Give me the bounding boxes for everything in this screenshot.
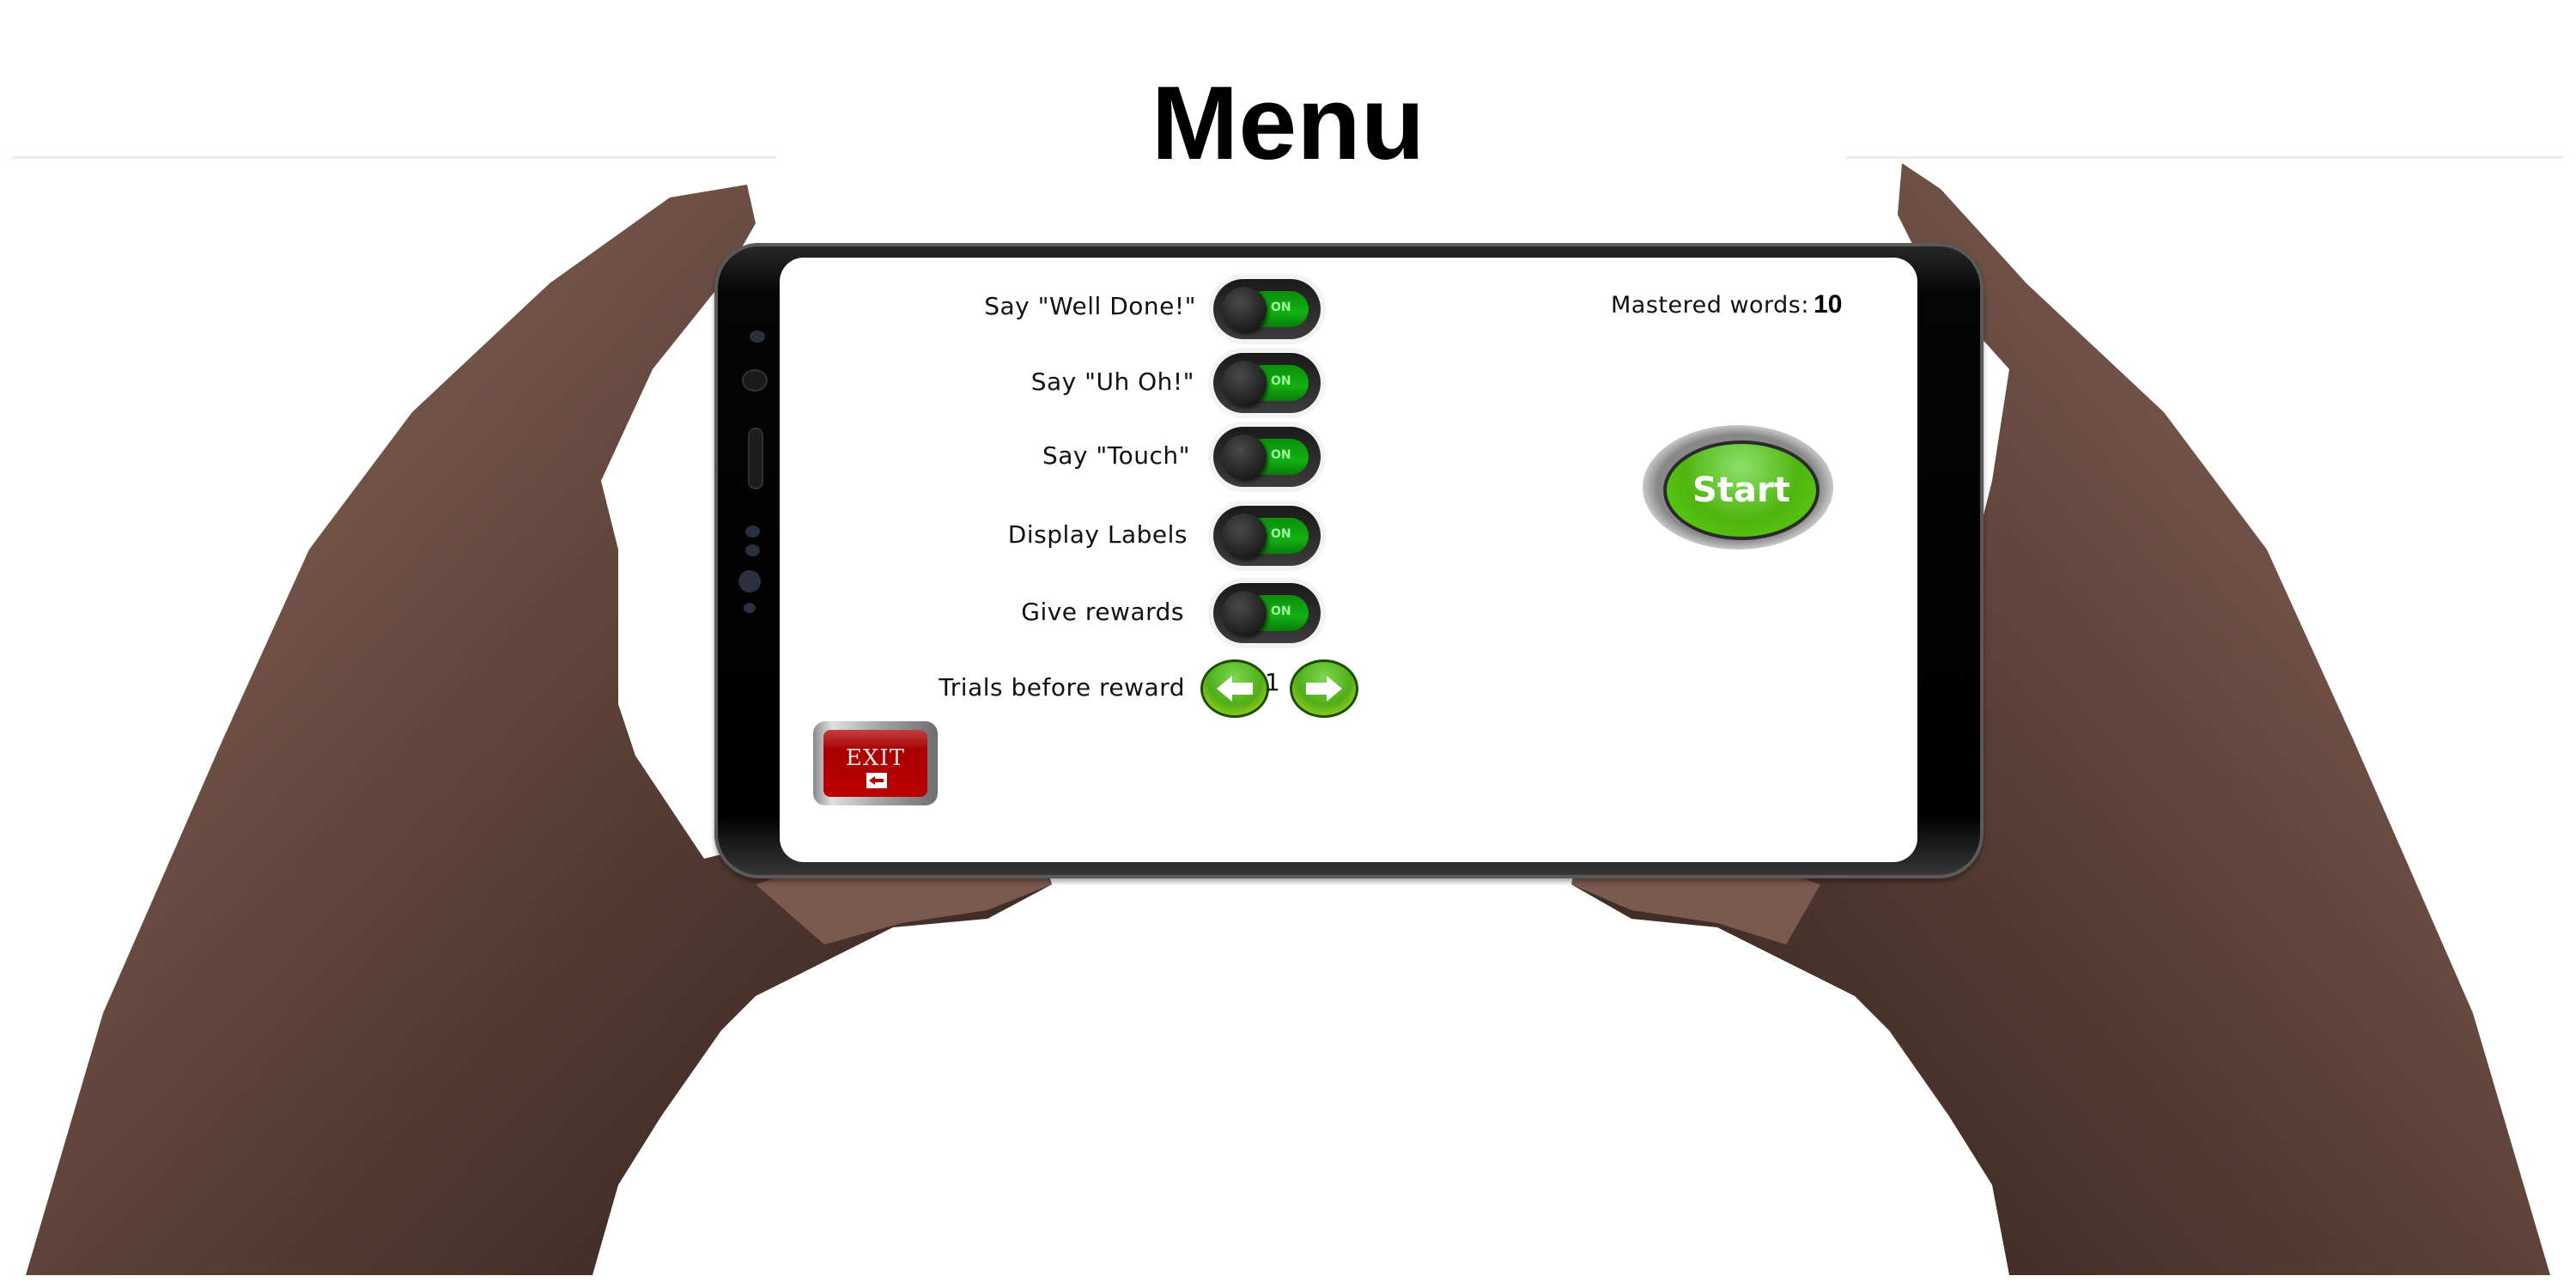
toggle-state-text: ON	[1271, 605, 1291, 618]
setting-label-well-done: Say "Well Done!"	[984, 292, 1196, 320]
sensor-dot-icon	[745, 544, 760, 556]
toggle-state-text: ON	[1271, 301, 1291, 314]
trials-value: 1	[1265, 668, 1280, 696]
sensor-dot-icon	[745, 526, 760, 538]
toggle-state-text: ON	[1271, 527, 1291, 541]
mastered-words-label: Mastered words:	[1611, 292, 1809, 319]
front-camera-icon	[744, 371, 766, 390]
toggle-uh-oh[interactable]: ON	[1213, 353, 1321, 413]
toggle-knob	[1222, 513, 1267, 558]
toggle-state-text: ON	[1271, 448, 1291, 462]
iris-scanner-icon	[738, 570, 761, 592]
trials-increment-button[interactable]	[1290, 659, 1358, 718]
start-button[interactable]: Start	[1643, 425, 1833, 550]
arrow-left-icon	[1217, 676, 1253, 702]
mastered-words-stat: Mastered words: 10	[1611, 290, 1842, 319]
toggle-knob	[1222, 287, 1267, 331]
start-button-label: Start	[1692, 471, 1790, 510]
exit-button-label: EXIT	[845, 745, 906, 771]
sensor-dot-icon	[744, 603, 756, 613]
toggle-touch[interactable]: ON	[1213, 427, 1321, 487]
trials-label: Trials before reward	[939, 673, 1185, 702]
setting-label-touch: Say "Touch"	[1042, 441, 1190, 470]
toggle-well-done[interactable]: ON	[1213, 279, 1321, 339]
arrow-right-icon	[1306, 676, 1342, 702]
start-button-face: Start	[1663, 440, 1820, 540]
mastered-words-count: 10	[1814, 290, 1843, 319]
toggle-knob	[1222, 434, 1267, 479]
setting-label-display-labels: Display Labels	[1007, 520, 1188, 549]
toggle-knob	[1222, 361, 1267, 405]
toggle-give-rewards[interactable]: ON	[1213, 583, 1321, 643]
app-screen	[780, 258, 1917, 862]
exit-button[interactable]: EXIT	[813, 721, 938, 805]
speaker-grille-icon	[750, 429, 762, 488]
exit-door-icon	[866, 773, 887, 788]
camera-icon	[750, 331, 765, 343]
toggle-display-labels[interactable]: ON	[1213, 506, 1321, 566]
setting-label-uh-oh: Say "Uh Oh!"	[1030, 368, 1194, 396]
trials-decrement-button[interactable]	[1200, 659, 1269, 718]
toggle-state-text: ON	[1271, 374, 1291, 388]
exit-button-face: EXIT	[823, 730, 927, 797]
setting-label-give-rewards: Give rewards	[1021, 598, 1184, 626]
toggle-knob	[1222, 591, 1267, 635]
